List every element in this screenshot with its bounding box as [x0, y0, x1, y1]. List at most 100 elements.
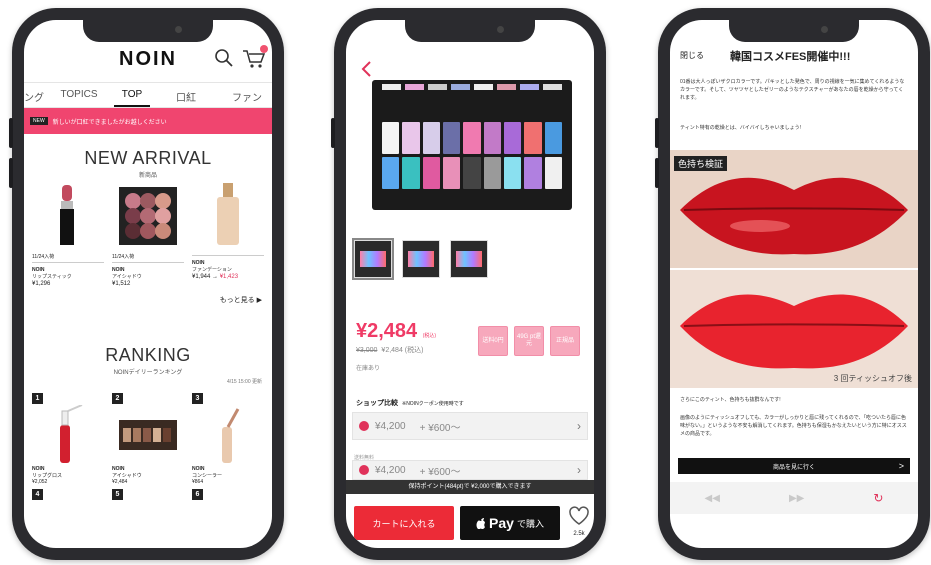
- ranking-section: RANKING NOINデイリーランキング 4/15 15:00 更新 1 NO…: [24, 345, 272, 500]
- browser-toolbar: ◀◀ ▶▶ ↻: [670, 482, 918, 514]
- image-thumbnails: [352, 238, 488, 280]
- thumbnail[interactable]: [450, 240, 488, 278]
- thumbnail[interactable]: [402, 240, 440, 278]
- foundation-image: [192, 183, 264, 245]
- eyeshadow-palette-image: [112, 404, 184, 466]
- free-shipping-tag: 送料0円: [478, 326, 508, 356]
- rank-number: 6: [192, 489, 203, 500]
- promo-banner[interactable]: NEW 新しいが口紅できましたがお越しください: [24, 108, 272, 134]
- cart-button[interactable]: [242, 45, 268, 70]
- product-brand: NOIN: [192, 466, 205, 472]
- ranking-item[interactable]: 2 NOIN アイシャドウ ¥2,484: [112, 393, 184, 485]
- product-screen: ¥2,484 (税込) ¥3,000 ¥2,484 (税込) 在庫あり 送料0円 …: [346, 20, 594, 548]
- shop-logo-icon: [359, 421, 369, 431]
- like-button[interactable]: 2.5k: [566, 506, 592, 537]
- thumbnail[interactable]: [352, 238, 394, 280]
- side-button: [9, 158, 13, 188]
- product-price: ¥2,484: [112, 479, 128, 485]
- side-button: [655, 118, 659, 148]
- heart-icon: [569, 506, 589, 525]
- ranking-item[interactable]: 6: [192, 489, 264, 500]
- phone-frame-product: ¥2,484 (税込) ¥3,000 ¥2,484 (税込) 在庫あり 送料0円 …: [331, 8, 606, 560]
- points-bar: 保持ポイント(484pt)で ¥2,000で購入できます: [346, 480, 594, 494]
- new-arrival-subtitle: 新商品: [138, 173, 157, 179]
- shop-price: ¥4,200: [375, 464, 406, 476]
- more-link[interactable]: もっと見る ▶: [24, 295, 272, 305]
- product-card[interactable]: 11/24入荷 NOIN アイシャドウ ¥1,512: [112, 183, 184, 287]
- product-brand: NOIN: [32, 466, 45, 472]
- close-button[interactable]: 閉じる: [680, 50, 704, 61]
- tab-foundation[interactable]: ファン: [222, 83, 272, 107]
- price-block: ¥2,484 (税込) ¥3,000 ¥2,484 (税込) 在庫あり: [356, 320, 436, 372]
- search-icon[interactable]: [214, 48, 234, 68]
- product-price: ¥1,512: [112, 281, 131, 287]
- shop-price: ¥4,200: [375, 420, 406, 432]
- product-name: リップスティック: [32, 274, 72, 280]
- product-card[interactable]: NOIN ファンデーション ¥1,944 → ¥1,423: [192, 183, 264, 287]
- category-tabs: ング TOPICS TOP 口紅 ファン: [24, 82, 272, 108]
- article-header: 閉じる 韓国コスメFES開催中!!!: [670, 48, 918, 64]
- ranking-subtitle: NOINデイリーランキング: [113, 370, 183, 376]
- apple-pay-button[interactable]: Pay で購入: [460, 506, 560, 540]
- rank-number: 1: [32, 393, 43, 404]
- product-price: ¥1,296: [32, 281, 51, 287]
- article-paragraph: さらにこのティント、色持ちも抜群なんです!: [680, 397, 781, 403]
- chevron-right-icon: ›: [577, 463, 581, 477]
- forward-icon[interactable]: ▶▶: [789, 493, 804, 504]
- app-logo[interactable]: NOIN: [24, 48, 272, 71]
- product-card[interactable]: 11/24入荷 NOIN リップスティック ¥1,296: [32, 183, 104, 287]
- apple-icon: [476, 518, 486, 529]
- notch: [405, 20, 535, 42]
- view-product-button[interactable]: 商品を見に行く >: [678, 458, 910, 474]
- tab-partial-left[interactable]: ング: [24, 83, 44, 107]
- product-date: 11/24入荷: [112, 253, 184, 263]
- banner-text: 新しいが口紅できましたがお越しください: [52, 119, 167, 126]
- ranking-title: RANKING: [105, 345, 191, 365]
- product-price: ¥864: [192, 479, 204, 485]
- ranking-item[interactable]: 3 NOIN コンシーラー ¥864: [192, 393, 264, 485]
- lipgloss-image: [32, 404, 104, 466]
- product-brand: NOIN: [112, 466, 125, 472]
- refresh-icon[interactable]: ↻: [873, 491, 883, 505]
- sale-price: ¥1,423: [219, 274, 239, 280]
- product-price: ¥2,052: [32, 479, 48, 485]
- shop-compare-title: ショップ比較 ※NOINクーポン使用時です: [356, 400, 464, 407]
- phone-frame-article: 閉じる 韓国コスメFES開催中!!! 01番は大人っぽいザクロカラーです。パキッ…: [655, 8, 930, 560]
- rank-number: 4: [32, 489, 43, 500]
- side-button: [655, 158, 659, 188]
- rank-number: 2: [112, 393, 123, 404]
- stock-status: 在庫あり: [356, 366, 381, 372]
- notch: [729, 20, 859, 42]
- side-button: [331, 118, 335, 148]
- ranking-date: 4/15 15:00 更新: [226, 379, 262, 385]
- shop-row[interactable]: ¥4,200 + ¥600～ ›: [352, 412, 588, 440]
- tab-top[interactable]: TOP: [114, 83, 150, 107]
- new-arrival-title: NEW ARRIVAL: [84, 148, 212, 168]
- original-price: ¥3,000 ¥2,484 (税込): [356, 347, 424, 354]
- points-tag: 49G pt還元: [514, 326, 544, 356]
- product-name: ファンデーション: [192, 267, 232, 273]
- lip-photo-label: 色持ち検証: [674, 156, 728, 171]
- side-button: [9, 118, 13, 148]
- back-icon[interactable]: ◀◀: [705, 493, 720, 504]
- add-to-cart-button[interactable]: カートに入れる: [354, 506, 454, 540]
- lip-photo: 3 回ティッシュオフ後: [670, 270, 918, 388]
- lip-photo-caption: 3 回ティッシュオフ後: [833, 374, 912, 383]
- shop-points: + ¥600～: [419, 466, 461, 478]
- lip-photo: 色持ち検証: [670, 150, 918, 268]
- back-chevron-icon[interactable]: [360, 60, 372, 78]
- authentic-tag: 正規品: [550, 326, 580, 356]
- tab-topics[interactable]: TOPICS: [44, 83, 114, 107]
- new-badge: NEW: [30, 117, 48, 125]
- article-paragraph: 画像のようにティッシュオフしても、カラーがしっかりと唇に残ってくれるので、「吃つ…: [680, 415, 907, 437]
- ranking-item[interactable]: 5: [112, 489, 184, 500]
- home-screen: NOIN ング TOPICS TOP 口紅 ファン NEW 新しいが口紅できまし…: [24, 20, 272, 548]
- product-name: アイシャドウ: [112, 274, 142, 280]
- article-title: 韓国コスメFES開催中!!!: [730, 51, 851, 63]
- ranking-item[interactable]: 4: [32, 489, 104, 500]
- ranking-item[interactable]: 1 NOIN リップグロス ¥2,052: [32, 393, 104, 485]
- shop-row[interactable]: ¥4,200 + ¥600～ ›: [352, 460, 588, 480]
- rank-number: 3: [192, 393, 203, 404]
- tab-lipstick[interactable]: 口紅: [150, 83, 222, 107]
- product-tags: 送料0円 49G pt還元 正規品: [478, 326, 580, 356]
